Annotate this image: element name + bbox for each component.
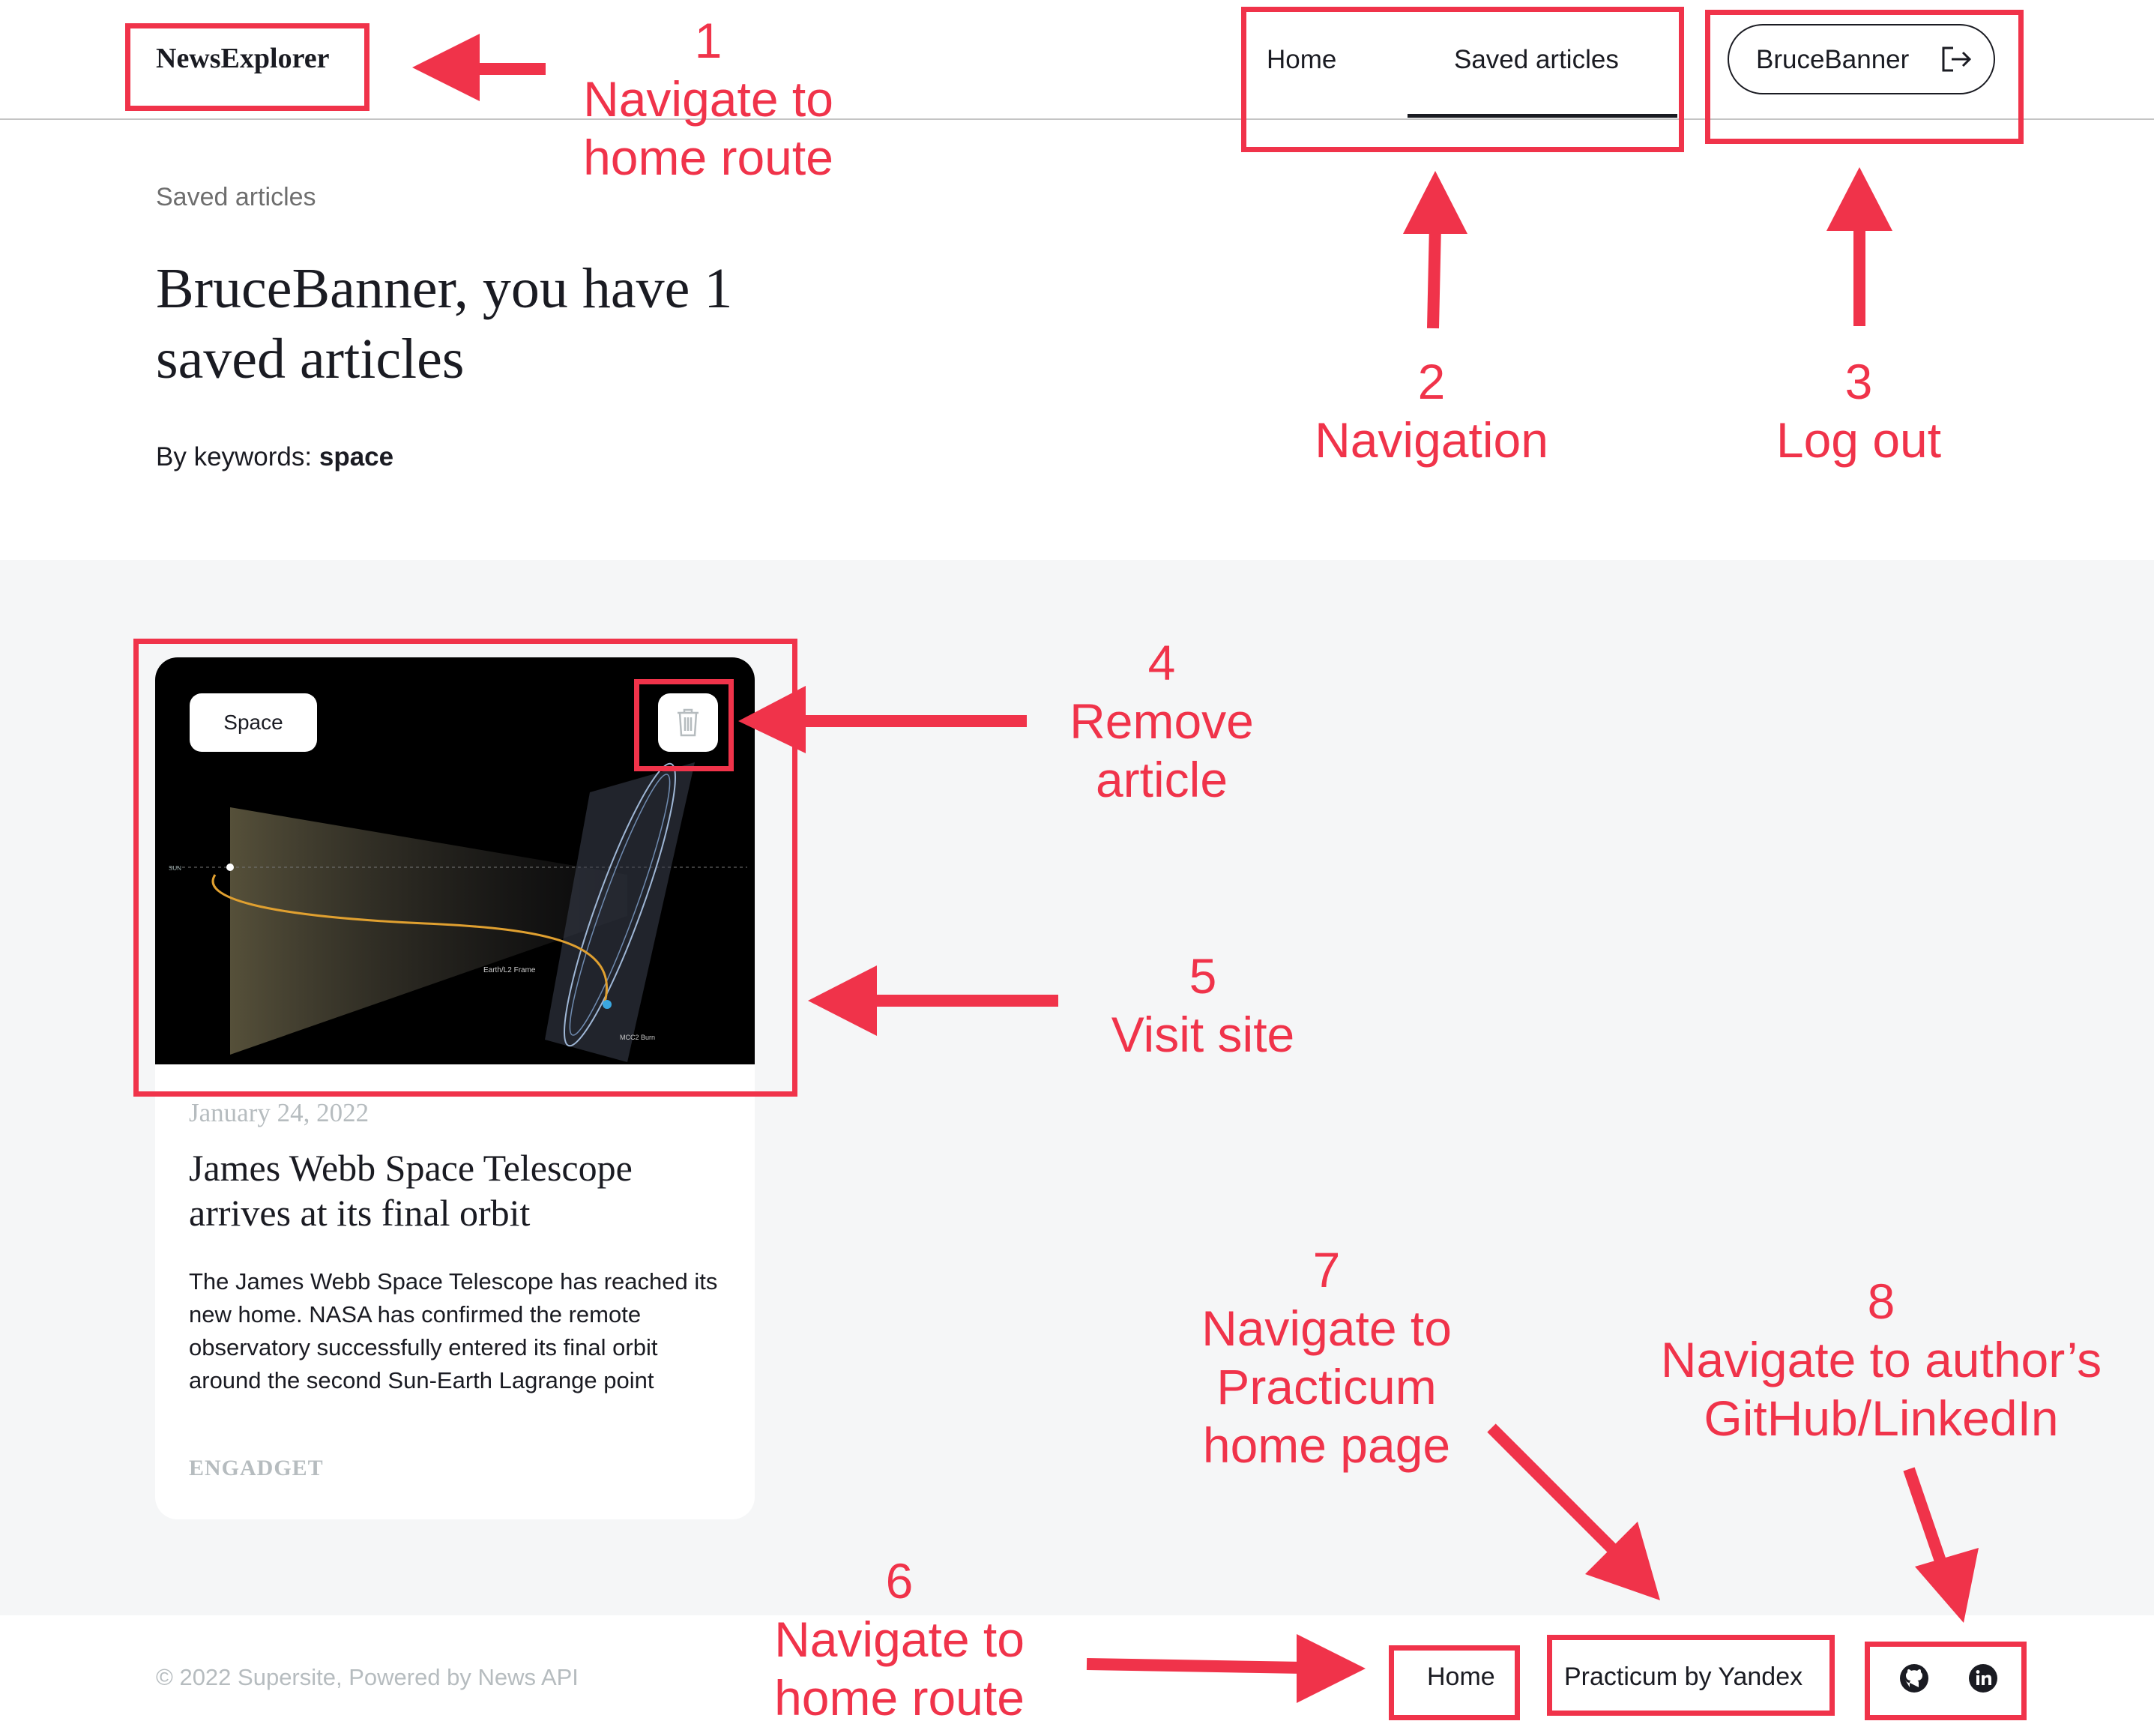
annotation-7-line3: home page bbox=[1202, 1417, 1451, 1473]
annotation-5-number: 5 bbox=[1189, 948, 1217, 1004]
keywords-value: space bbox=[319, 442, 394, 471]
annotation-box-2 bbox=[1241, 7, 1684, 152]
annotation-8: 8 Navigate to author’s GitHub/LinkedIn bbox=[1626, 1272, 2136, 1447]
annotation-5: 5 Visit site bbox=[1064, 947, 1342, 1064]
annotation-4: 4 Remove article bbox=[1034, 633, 1289, 809]
annotation-1: 1 Navigate to home route bbox=[555, 11, 862, 187]
annotation-8-line1: Navigate to author’s bbox=[1660, 1332, 2102, 1387]
annotation-7-line1: Navigate to bbox=[1201, 1301, 1452, 1356]
annotation-1-line2: home route bbox=[583, 130, 833, 185]
annotation-7: 7 Navigate to Practicum home page bbox=[1184, 1241, 1469, 1474]
annotation-7-line2: Practicum bbox=[1216, 1359, 1437, 1414]
annotation-5-line1: Visit site bbox=[1111, 1007, 1295, 1062]
article-title[interactable]: James Webb Space Telescope arrives at it… bbox=[189, 1145, 728, 1235]
keywords-line: By keywords: space bbox=[156, 442, 393, 472]
annotation-3-line1: Log out bbox=[1776, 412, 1942, 468]
article-date: January 24, 2022 bbox=[189, 1098, 369, 1127]
annotation-4-line2: article bbox=[1095, 752, 1228, 807]
annotation-box-6 bbox=[1389, 1645, 1520, 1720]
annotation-box-3 bbox=[1705, 10, 2024, 144]
annotation-4-number: 4 bbox=[1147, 635, 1176, 690]
annotation-2-number: 2 bbox=[1417, 354, 1446, 409]
article-description: The James Webb Space Telescope has reach… bbox=[189, 1268, 718, 1393]
article-source: ENGADGET bbox=[189, 1456, 324, 1480]
annotation-7-number: 7 bbox=[1312, 1242, 1341, 1298]
annotation-box-7 bbox=[1547, 1635, 1835, 1716]
annotation-box-5 bbox=[133, 639, 797, 1097]
annotation-4-line1: Remove bbox=[1070, 693, 1254, 749]
annotation-6: 6 Navigate to home route bbox=[757, 1552, 1042, 1727]
footer-copyright: © 2022 Supersite, Powered by News API bbox=[156, 1664, 579, 1690]
annotation-1-number: 1 bbox=[694, 13, 722, 68]
annotation-6-line2: home route bbox=[774, 1670, 1025, 1726]
annotation-2-line1: Navigation bbox=[1315, 412, 1548, 468]
annotation-8-number: 8 bbox=[1867, 1274, 1895, 1329]
annotation-8-line2: GitHub/LinkedIn bbox=[1704, 1390, 2059, 1446]
keywords-prefix: By keywords: bbox=[156, 442, 319, 471]
annotation-box-1 bbox=[125, 23, 369, 111]
page-section-label: Saved articles bbox=[156, 183, 316, 211]
annotation-3: 3 Log out bbox=[1724, 352, 1994, 469]
annotation-6-number: 6 bbox=[885, 1553, 914, 1609]
annotation-box-8 bbox=[1865, 1642, 2027, 1720]
page-title: BruceBanner, you have 1 saved articles bbox=[156, 257, 733, 391]
annotation-2: 2 Navigation bbox=[1282, 352, 1581, 469]
annotation-1-line1: Navigate to bbox=[583, 71, 833, 127]
annotation-6-line1: Navigate to bbox=[774, 1612, 1025, 1667]
annotation-3-number: 3 bbox=[1844, 354, 1873, 409]
